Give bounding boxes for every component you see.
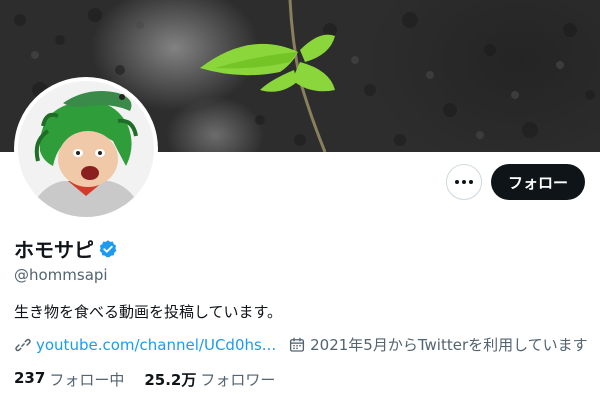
display-name-row: ホモサピ <box>14 234 118 263</box>
followers-count: 25.2万 <box>144 371 197 389</box>
profile-bio: 生き物を食べる動画を投稿しています。 <box>14 303 283 321</box>
joined-date: 2021年5月からTwitterを利用しています <box>310 336 588 354</box>
followers-label: フォロワー <box>200 371 276 389</box>
followers-stat[interactable]: 25.2万 フォロワー <box>144 369 275 390</box>
website-link[interactable]: youtube.com/channel/UCd0hs... <box>36 336 276 354</box>
verified-badge-icon[interactable] <box>98 239 118 259</box>
following-label: フォロー中 <box>49 371 125 389</box>
calendar-icon <box>290 337 305 352</box>
avatar-image <box>18 81 154 217</box>
more-horizontal-icon-dot <box>469 180 473 184</box>
more-horizontal-icon <box>455 180 459 184</box>
profile-handle: @hommsapi <box>14 266 108 284</box>
follow-button[interactable]: フォロー <box>491 164 585 200</box>
website-item: youtube.com/channel/UCd0hs... <box>14 336 276 354</box>
following-count: 237 <box>14 369 46 387</box>
profile-stats: 237 フォロー中 25.2万 フォロワー <box>14 369 295 390</box>
more-options-button[interactable] <box>446 164 482 200</box>
profile-meta: youtube.com/channel/UCd0hs... 2021年5月からT… <box>14 334 600 355</box>
link-icon <box>15 338 31 351</box>
more-horizontal-icon-dot <box>462 180 466 184</box>
display-name: ホモサピ <box>14 238 94 262</box>
profile-avatar[interactable] <box>14 77 158 221</box>
joined-item: 2021年5月からTwitterを利用しています <box>288 334 588 355</box>
following-stat[interactable]: 237 フォロー中 <box>14 369 124 390</box>
